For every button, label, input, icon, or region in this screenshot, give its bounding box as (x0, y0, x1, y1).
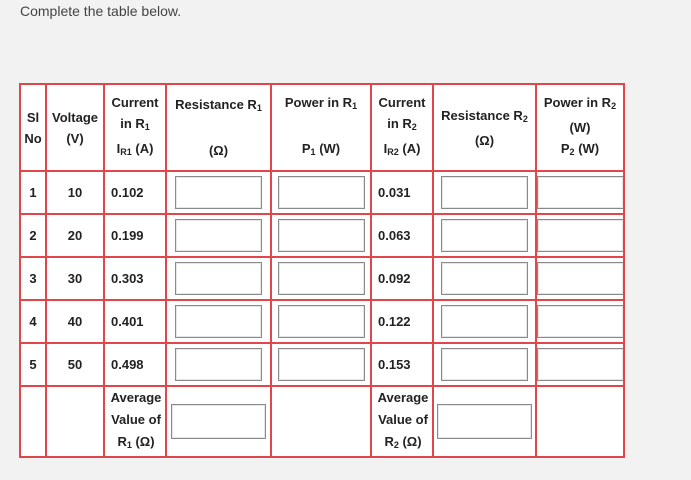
resistance-r1-input[interactable] (175, 219, 262, 252)
header-row: Sl No Voltage (V) Current in R1 IR1 (A) … (19, 83, 625, 172)
cell-current-r1: 0.102 (103, 170, 167, 215)
power-r2-input[interactable] (538, 176, 622, 209)
table-row: 4 40 0.401 0.122 (19, 299, 625, 344)
header-resistance-r1: Resistance R1 (Ω) (165, 83, 272, 172)
cell-current-r2: 0.153 (370, 342, 434, 387)
cell-current-r2: 0.031 (370, 170, 434, 215)
cell-average-r1 (165, 385, 272, 458)
cell-power-r2 (535, 342, 625, 387)
cell-current-r2: 0.092 (370, 256, 434, 301)
cell-power-r1 (270, 213, 372, 258)
cell-resistance-r2 (432, 299, 537, 344)
header-power-r1: Power in R1 P1 (W) (270, 83, 372, 172)
cell-power-r2 (535, 299, 625, 344)
cell-resistance-r2 (432, 170, 537, 215)
power-r1-input[interactable] (277, 262, 365, 295)
cell-power-r1 (270, 299, 372, 344)
cell-empty (45, 385, 105, 458)
cell-resistance-r1 (165, 170, 272, 215)
power-r1-input[interactable] (277, 305, 365, 338)
average-r2-label: Average Value of R2 (Ω) (370, 385, 434, 458)
cell-power-r1 (270, 256, 372, 301)
power-r2-input[interactable] (538, 219, 622, 252)
cell-resistance-r1 (165, 342, 272, 387)
resistance-r1-input[interactable] (175, 176, 262, 209)
power-r2-input[interactable] (538, 348, 622, 381)
cell-empty (19, 385, 47, 458)
table-row: 1 10 0.102 0.031 (19, 170, 625, 215)
cell-current-r1: 0.498 (103, 342, 167, 387)
cell-resistance-r2 (432, 342, 537, 387)
cell-sl: 4 (19, 299, 47, 344)
resistance-r1-input[interactable] (175, 262, 262, 295)
cell-resistance-r2 (432, 256, 537, 301)
cell-voltage: 10 (45, 170, 105, 215)
average-r1-input[interactable] (171, 404, 266, 439)
table-row: 5 50 0.498 0.153 (19, 342, 625, 387)
table-row: 2 20 0.199 0.063 (19, 213, 625, 258)
cell-sl: 1 (19, 170, 47, 215)
average-row: Average Value of R1 (Ω) Average Value of… (19, 385, 625, 458)
cell-sl: 5 (19, 342, 47, 387)
cell-power-r2 (535, 170, 625, 215)
resistance-r2-input[interactable] (441, 219, 528, 252)
cell-resistance-r1 (165, 299, 272, 344)
resistance-r2-input[interactable] (441, 262, 528, 295)
cell-sl: 2 (19, 213, 47, 258)
cell-voltage: 50 (45, 342, 105, 387)
cell-current-r2: 0.063 (370, 213, 434, 258)
cell-average-r2 (432, 385, 537, 458)
power-r1-input[interactable] (277, 219, 365, 252)
resistance-r2-input[interactable] (441, 305, 528, 338)
data-table: Sl No Voltage (V) Current in R1 IR1 (A) … (19, 83, 625, 458)
cell-empty (270, 385, 372, 458)
cell-current-r1: 0.401 (103, 299, 167, 344)
cell-empty (535, 385, 625, 458)
cell-power-r1 (270, 342, 372, 387)
cell-power-r2 (535, 256, 625, 301)
power-r1-input[interactable] (277, 176, 365, 209)
power-r2-input[interactable] (538, 305, 622, 338)
cell-resistance-r2 (432, 213, 537, 258)
resistance-r2-input[interactable] (441, 176, 528, 209)
header-current-r1: Current in R1 IR1 (A) (103, 83, 167, 172)
cell-current-r1: 0.303 (103, 256, 167, 301)
cell-sl: 3 (19, 256, 47, 301)
cell-power-r2 (535, 213, 625, 258)
power-r2-input[interactable] (538, 262, 622, 295)
power-r1-input[interactable] (277, 348, 365, 381)
instruction-text: Complete the table below. (20, 3, 182, 19)
resistance-r2-input[interactable] (441, 348, 528, 381)
cell-resistance-r1 (165, 213, 272, 258)
cell-resistance-r1 (165, 256, 272, 301)
cell-current-r1: 0.199 (103, 213, 167, 258)
cell-voltage: 40 (45, 299, 105, 344)
cell-voltage: 20 (45, 213, 105, 258)
average-r2-input[interactable] (437, 404, 532, 439)
header-power-r2: Power in R2 (W) P2 (W) (535, 83, 625, 172)
average-r1-label: Average Value of R1 (Ω) (103, 385, 167, 458)
cell-current-r2: 0.122 (370, 299, 434, 344)
header-sl-no: Sl No (19, 83, 47, 172)
cell-voltage: 30 (45, 256, 105, 301)
header-voltage: Voltage (V) (45, 83, 105, 172)
table-row: 3 30 0.303 0.092 (19, 256, 625, 301)
cell-power-r1 (270, 170, 372, 215)
header-current-r2: Current in R2 IR2 (A) (370, 83, 434, 172)
resistance-r1-input[interactable] (175, 305, 262, 338)
header-resistance-r2: Resistance R2 (Ω) (432, 83, 537, 172)
resistance-r1-input[interactable] (175, 348, 262, 381)
